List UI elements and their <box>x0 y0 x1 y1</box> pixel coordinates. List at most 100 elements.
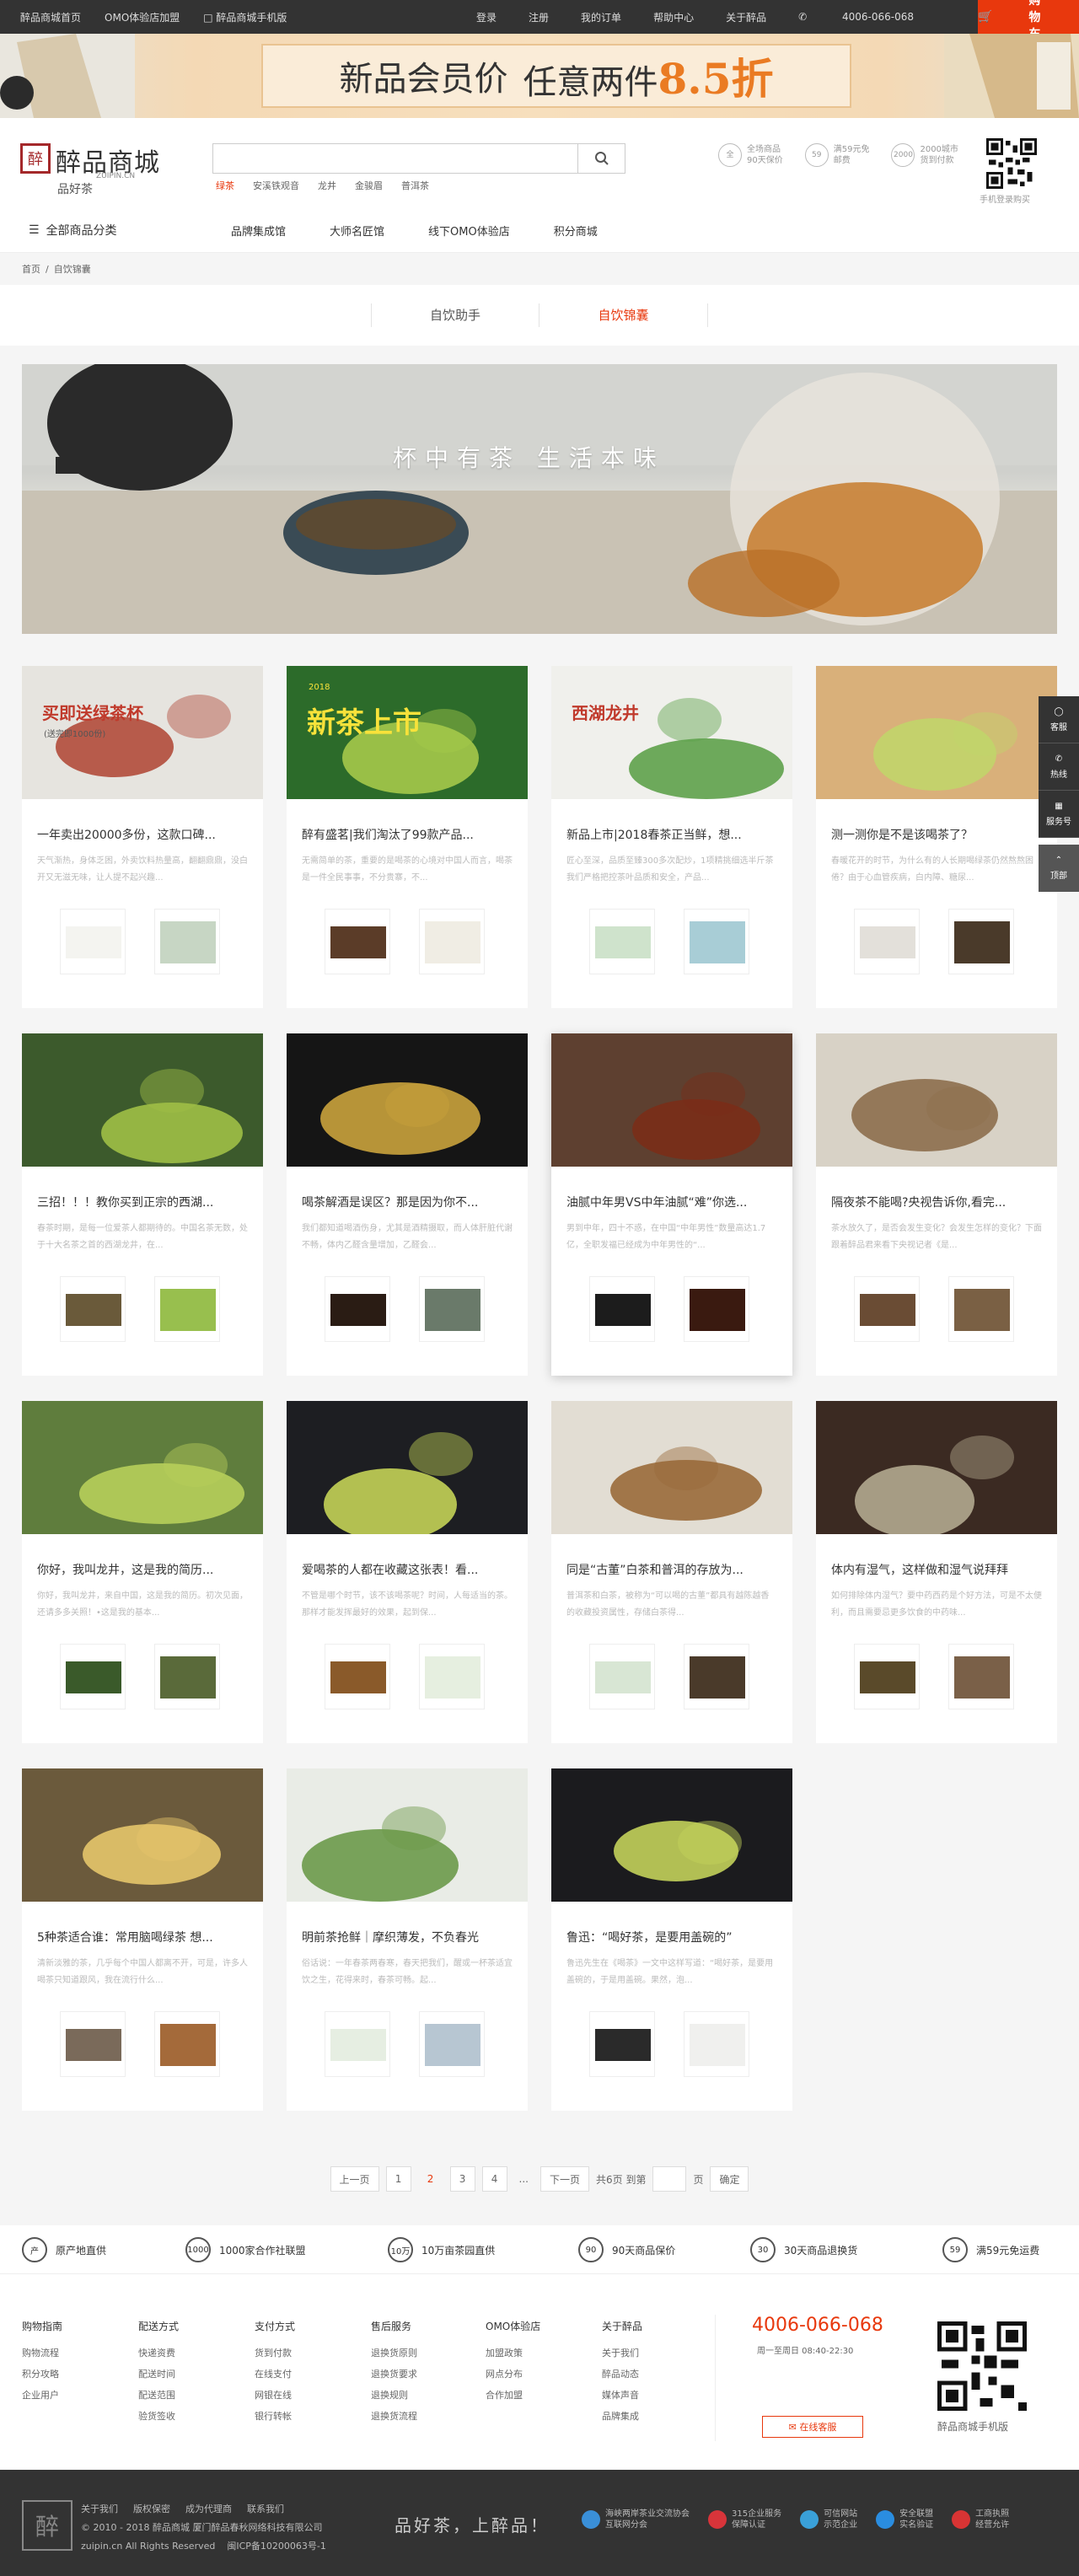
nav-item-master[interactable]: 大师名匠馆 <box>330 223 384 239</box>
hot-keyword[interactable]: 绿茶 <box>216 179 234 192</box>
footer-link[interactable]: 网银在线 <box>255 2385 295 2406</box>
nav-item-omo[interactable]: 线下OMO体验店 <box>428 223 510 239</box>
card-thumb[interactable] <box>684 2011 749 2077</box>
float-back-to-top[interactable]: ⌃ 顶部 <box>1039 845 1079 892</box>
register-link[interactable]: 注册 <box>529 10 549 24</box>
page-confirm-button[interactable]: 确定 <box>710 2166 749 2192</box>
home-link[interactable]: 醉品商城首页 <box>20 10 81 24</box>
footer-link[interactable]: 加盟政策 <box>486 2343 540 2364</box>
article-card[interactable]: 新茶上市 2018 醉有盛茗|我们淘汰了99款产品... 无需简单的茶，重要的是喝茶的… <box>287 666 528 1008</box>
card-thumb[interactable] <box>154 1276 220 1342</box>
about-link[interactable]: 关于醉品 <box>726 10 766 24</box>
page-button[interactable]: 3 <box>449 2166 475 2192</box>
icp-number[interactable]: 闽ICP备10200063号-1 <box>227 2541 326 2552</box>
prev-page-button[interactable]: 上一页 <box>330 2166 379 2192</box>
article-card[interactable]: 5种茶适合谁：常用脑喝绿茶 想... 清新淡雅的茶，几乎每个中国人都离不开，可是，… <box>22 1768 263 2111</box>
card-title[interactable]: 测一测你是不是该喝茶了？ <box>831 826 1042 843</box>
article-card[interactable]: 西湖龙井 新品上市|2018春茶正当鲜，想... 匠心至深，品质至臻300多次配炒，… <box>551 666 792 1008</box>
footer-link[interactable]: 配送范围 <box>138 2385 179 2406</box>
article-card[interactable]: 三招！！！教你买到正宗的西湖... 春茶时期，是每一位爱茶人都期待的。中国名茶无数… <box>22 1033 263 1376</box>
bottom-link[interactable]: 成为代理商 <box>185 2500 232 2519</box>
hot-keyword[interactable]: 安溪铁观音 <box>253 179 299 192</box>
hot-keyword[interactable]: 普洱茶 <box>401 179 429 192</box>
nav-item-points[interactable]: 积分商城 <box>554 223 598 239</box>
article-card[interactable]: 明前茶抢鲜｜摩织薄发，不负春光 俗话说：一年春茶两春寒，春天把我们，醒或一杯茶适宜… <box>287 1768 528 2111</box>
float-customer-service[interactable]: ◯ 客服 <box>1039 696 1079 743</box>
card-thumb[interactable] <box>854 1276 920 1342</box>
article-card[interactable]: 你好，我叫龙井，这是我的简历... 你好，我叫龙井，来自中国，这是我的简历。初次见… <box>22 1401 263 1743</box>
card-thumb[interactable] <box>154 1644 220 1709</box>
card-title[interactable]: 三招！！！教你买到正宗的西湖... <box>37 1194 248 1210</box>
footer-link[interactable]: 媒体声音 <box>602 2385 642 2406</box>
hero-banner[interactable]: 杯中有茶 生活本味 <box>22 364 1057 634</box>
certification-badge[interactable]: 可信网站 示范企业 <box>800 2509 857 2530</box>
card-thumb[interactable] <box>419 909 485 974</box>
footer-link[interactable]: 退换货流程 <box>371 2406 417 2427</box>
float-service-account[interactable]: ▦ 服务号 <box>1039 791 1079 838</box>
card-thumb[interactable] <box>589 1276 655 1342</box>
footer-link[interactable]: 关于我们 <box>602 2343 642 2364</box>
card-thumb[interactable] <box>154 909 220 974</box>
article-card[interactable]: 鲁迅：“喝好茶，是要用盖碗的” 鲁迅先生在《喝茶》一文中这样写道：“喝好茶，是要用… <box>551 1768 792 2111</box>
certification-badge[interactable]: 315企业服务 保障认证 <box>708 2509 781 2530</box>
footer-link[interactable]: 合作加盟 <box>486 2385 540 2406</box>
card-title[interactable]: 醉有盛茗|我们淘汰了99款产品... <box>302 826 513 843</box>
card-title[interactable]: 你好，我叫龙井，这是我的简历... <box>37 1561 248 1578</box>
card-thumb[interactable] <box>948 909 1014 974</box>
card-thumb[interactable] <box>419 1276 485 1342</box>
page-button[interactable]: 4 <box>481 2166 507 2192</box>
card-thumb[interactable] <box>60 2011 126 2077</box>
footer-link[interactable]: 退换货要求 <box>371 2364 417 2385</box>
card-title[interactable]: 同是“古董”白茶和普洱的存放为... <box>566 1561 777 1578</box>
footer-link[interactable]: 网点分布 <box>486 2364 540 2385</box>
footer-link[interactable]: 货到付款 <box>255 2343 295 2364</box>
card-thumb[interactable] <box>60 909 126 974</box>
next-page-button[interactable]: 下一页 <box>540 2166 589 2192</box>
card-thumb[interactable] <box>154 2011 220 2077</box>
article-card[interactable]: 喝茶解酒是误区？那是因为你不... 我们都知道喝酒伤身，尤其是酒精摄取，而人体肝脏… <box>287 1033 528 1376</box>
card-title[interactable]: 油腻中年男VS中年油腻“难”你选... <box>566 1194 777 1210</box>
footer-link[interactable]: 快递资费 <box>138 2343 179 2364</box>
article-card[interactable]: 油腻中年男VS中年油腻“难”你选... 男到中年，四十不惑，在中国“中年男性”数量… <box>551 1033 792 1376</box>
bottom-link[interactable]: 关于我们 <box>81 2500 118 2519</box>
footer-link[interactable]: 在线支付 <box>255 2364 295 2385</box>
footer-link[interactable]: 退换货原则 <box>371 2343 417 2364</box>
all-categories-menu[interactable]: ☰ 全部商品分类 <box>29 222 231 239</box>
article-card[interactable]: 体内有湿气，这样做和湿气说拜拜 如何排除体内湿气？要中药西药是个好方法，可是不太便… <box>816 1401 1057 1743</box>
site-logo[interactable]: 醉 醉品商城 ZUIPIN.CN 品好茶 <box>20 143 189 196</box>
bottom-link[interactable]: 联系我们 <box>247 2500 284 2519</box>
search-input[interactable] <box>213 144 567 173</box>
omo-join-link[interactable]: OMO体验店加盟 <box>105 10 180 24</box>
cart-button[interactable]: 🛒 购物车 <box>978 0 1079 41</box>
card-thumb[interactable] <box>684 909 749 974</box>
certification-badge[interactable]: 工商执照 经营允许 <box>952 2509 1009 2530</box>
footer-link[interactable]: 银行转帐 <box>255 2406 295 2427</box>
card-thumb[interactable] <box>325 1644 390 1709</box>
article-card[interactable]: 测一测你是不是该喝茶了？ 春暖花开的时节，为什么有的人长期喝绿茶仍然熬熬困倦？由于… <box>816 666 1057 1008</box>
card-thumb[interactable] <box>684 1276 749 1342</box>
nav-item-brand[interactable]: 品牌集成馆 <box>231 223 286 239</box>
card-thumb[interactable] <box>60 1276 126 1342</box>
footer-link[interactable]: 购物流程 <box>22 2343 62 2364</box>
search-button[interactable] <box>577 144 625 173</box>
hot-keyword[interactable]: 金骏眉 <box>355 179 383 192</box>
float-hotline[interactable]: ✆ 热线 <box>1039 743 1079 791</box>
card-title[interactable]: 隔夜茶不能喝?央视告诉你,看完... <box>831 1194 1042 1210</box>
footer-link[interactable]: 退换规则 <box>371 2385 417 2406</box>
card-title[interactable]: 一年卖出20000多份，这款口碑... <box>37 826 248 843</box>
article-card[interactable]: 隔夜茶不能喝?央视告诉你,看完... 茶水放久了，是否会发生变化？会发生怎样的变化… <box>816 1033 1057 1376</box>
card-thumb[interactable] <box>419 2011 485 2077</box>
help-link[interactable]: 帮助中心 <box>653 10 694 24</box>
card-title[interactable]: 明前茶抢鲜｜摩织薄发，不负春光 <box>302 1929 513 1945</box>
login-link[interactable]: 登录 <box>476 10 497 24</box>
tab-drink-assistant[interactable]: 自饮助手 <box>371 303 540 327</box>
page-button-current[interactable]: 2 <box>418 2166 443 2192</box>
card-thumb[interactable] <box>684 1644 749 1709</box>
card-thumb[interactable] <box>854 1644 920 1709</box>
card-thumb[interactable] <box>948 1276 1014 1342</box>
page-button[interactable]: 1 <box>385 2166 411 2192</box>
card-thumb[interactable] <box>325 2011 390 2077</box>
breadcrumb-home[interactable]: 首页 <box>22 262 40 276</box>
promo-banner[interactable]: 新品会员价 任意两件8.5折 <box>0 34 1079 118</box>
page-jump-input[interactable] <box>652 2166 687 2192</box>
